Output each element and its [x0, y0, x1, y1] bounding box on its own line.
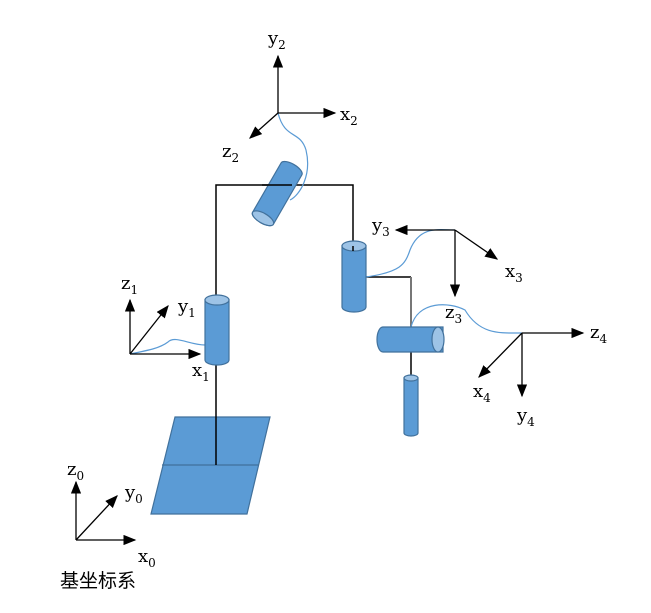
svg-text:y3: y3 — [371, 215, 390, 239]
svg-text:x1: x1 — [192, 360, 210, 384]
frame-0: z0 y0 x0 基坐标系 — [60, 459, 156, 592]
svg-text:z3: z3 — [445, 302, 462, 326]
svg-text:x3: x3 — [505, 261, 523, 285]
joint-3 — [341, 240, 367, 313]
svg-text:z2: z2 — [222, 141, 239, 165]
svg-text:z0: z0 — [67, 459, 84, 483]
frame-2: y2 x2 z2 — [222, 28, 358, 165]
joint-1 — [204, 294, 230, 366]
svg-text:y1: y1 — [177, 296, 196, 320]
svg-text:x4: x4 — [473, 381, 491, 405]
joint-4 — [376, 326, 445, 353]
robot-arm-diagram: z0 y0 x0 基坐标系 z1 y1 x1 y2 x2 z2 y3 x3 z3… — [0, 0, 651, 613]
svg-text:z4: z4 — [590, 322, 607, 346]
svg-text:y2: y2 — [267, 28, 286, 52]
diagram-canvas: z0 y0 x0 基坐标系 z1 y1 x1 y2 x2 z2 y3 x3 z3… — [60, 28, 607, 592]
joint-2 — [251, 160, 303, 227]
base-frame-label: 基坐标系 — [60, 570, 136, 592]
svg-text:z1: z1 — [121, 273, 138, 297]
svg-text:x2: x2 — [340, 104, 358, 128]
frame-1: z1 y1 x1 — [121, 273, 210, 384]
svg-text:y0: y0 — [124, 482, 143, 506]
svg-text:x0: x0 — [138, 546, 156, 570]
base-plate — [150, 416, 271, 515]
end-effector — [403, 374, 419, 437]
svg-text:y4: y4 — [516, 405, 535, 429]
frame-4: z4 x4 y4 — [473, 322, 607, 429]
